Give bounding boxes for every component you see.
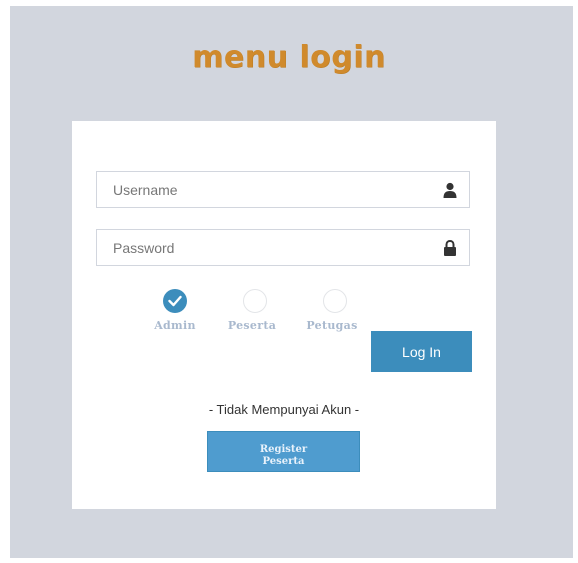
- role-radio-petugas[interactable]: [323, 289, 347, 313]
- username-input[interactable]: [97, 172, 469, 207]
- role-radio-admin[interactable]: [163, 289, 187, 313]
- role-label-peserta: Peserta: [227, 319, 277, 332]
- role-label-petugas: Petugas: [306, 319, 358, 332]
- role-label-admin: Admin: [154, 319, 196, 332]
- password-input[interactable]: [97, 230, 469, 265]
- password-field: [96, 229, 470, 266]
- page-title: menu login: [192, 40, 386, 75]
- check-icon: [168, 295, 182, 307]
- lock-icon: [444, 240, 456, 256]
- role-radio-peserta[interactable]: [243, 289, 267, 313]
- username-field: [96, 171, 470, 208]
- login-button[interactable]: Log In: [371, 331, 472, 372]
- login-box: Admin Peserta Petugas Log In - Tidak Mem…: [72, 121, 496, 509]
- register-button[interactable]: Register Peserta: [207, 431, 360, 472]
- no-account-text: - Tidak Mempunyai Akun -: [208, 402, 360, 417]
- user-icon: [443, 182, 457, 198]
